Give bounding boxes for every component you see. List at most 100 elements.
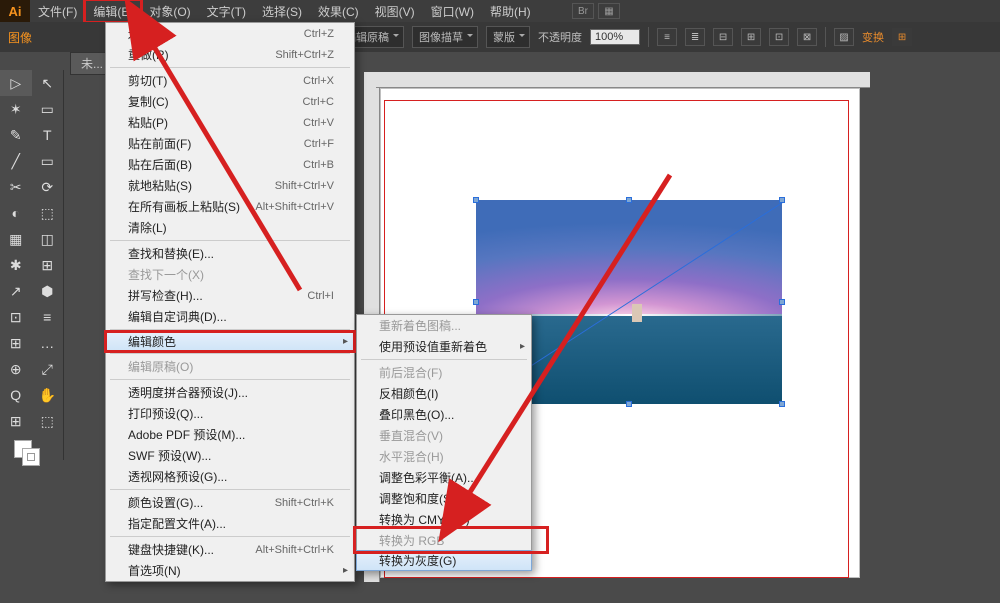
- menu-选择[interactable]: 选择(S): [254, 0, 310, 22]
- selection-handle[interactable]: [626, 197, 632, 203]
- tool-6[interactable]: ╱: [0, 148, 32, 174]
- menu-帮助[interactable]: 帮助(H): [482, 0, 539, 22]
- transform-label[interactable]: 变换: [862, 29, 884, 45]
- selection-handle[interactable]: [779, 401, 785, 407]
- edit-colors-submenu: 重新着色图稿...使用预设值重新着色前后混合(F)反相颜色(I)叠印黑色(O).…: [356, 314, 532, 571]
- menu-item[interactable]: 颜色设置(G)...Shift+Ctrl+K: [106, 492, 354, 513]
- tool-9[interactable]: ⟳: [32, 174, 64, 200]
- menu-item[interactable]: 键盘快捷键(K)...Alt+Shift+Ctrl+K: [106, 539, 354, 560]
- submenu-item[interactable]: 调整饱和度(S)...: [357, 488, 531, 509]
- menu-item-shortcut: Shift+Ctrl+K: [275, 497, 334, 509]
- submenu-item-label: 重新着色图稿...: [379, 317, 461, 334]
- menu-视图[interactable]: 视图(V): [367, 0, 423, 22]
- menu-效果[interactable]: 效果(C): [310, 0, 367, 22]
- align-icon[interactable]: ⊡: [769, 28, 789, 46]
- menu-item[interactable]: 就地粘贴(S)Shift+Ctrl+V: [106, 175, 354, 196]
- menu-item-shortcut: Ctrl+X: [303, 75, 334, 87]
- menu-item[interactable]: 清除(L): [106, 217, 354, 238]
- tool-8[interactable]: ✂: [0, 174, 32, 200]
- tool-3[interactable]: ▭: [32, 96, 64, 122]
- edit-menu-dropdown: 还原(U)Ctrl+Z重做(R)Shift+Ctrl+Z 剪切(T)Ctrl+X复…: [105, 22, 355, 582]
- tool-20[interactable]: ⊞: [0, 330, 32, 356]
- tool-2[interactable]: ✶: [0, 96, 32, 122]
- menu-item[interactable]: 贴在后面(B)Ctrl+B: [106, 154, 354, 175]
- selection-handle[interactable]: [473, 197, 479, 203]
- submenu-item: 重新着色图稿...: [357, 315, 531, 336]
- submenu-item[interactable]: 反相颜色(I): [357, 383, 531, 404]
- align-icon[interactable]: ⊠: [797, 28, 817, 46]
- menu-item[interactable]: 剪切(T)Ctrl+X: [106, 70, 354, 91]
- submenu-item[interactable]: 转换为灰度(G): [356, 550, 532, 571]
- menu-item[interactable]: Adobe PDF 预设(M)...: [106, 424, 354, 445]
- menu-item[interactable]: 查找和替换(E)...: [106, 243, 354, 264]
- menu-编辑[interactable]: 编辑(E): [85, 0, 141, 22]
- align-icon[interactable]: ≣: [685, 28, 705, 46]
- opacity-input[interactable]: 100%: [590, 29, 640, 45]
- submenu-item[interactable]: 使用预设值重新着色: [357, 336, 531, 357]
- tool-25[interactable]: ✋: [32, 382, 64, 408]
- menu-item[interactable]: 复制(C)Ctrl+C: [106, 91, 354, 112]
- image-trace-dropdown[interactable]: 图像描草: [412, 26, 478, 48]
- menu-item[interactable]: 拼写检查(H)...Ctrl+I: [106, 285, 354, 306]
- menu-item[interactable]: 编辑颜色: [105, 331, 355, 352]
- submenu-item[interactable]: 叠印黑色(O)...: [357, 404, 531, 425]
- tool-23[interactable]: ⤢: [32, 356, 64, 382]
- tool-27[interactable]: ⬚: [32, 408, 64, 434]
- menu-窗口[interactable]: 窗口(W): [423, 0, 482, 22]
- tool-24[interactable]: Q: [0, 382, 32, 408]
- extra-icon-1[interactable]: Br: [572, 3, 594, 19]
- tool-10[interactable]: ◐: [0, 200, 32, 226]
- submenu-item: 转换为 RGB: [357, 530, 531, 551]
- menu-item[interactable]: 指定配置文件(A)...: [106, 513, 354, 534]
- tool-5[interactable]: T: [32, 122, 64, 148]
- menu-对象[interactable]: 对象(O): [141, 0, 198, 22]
- more-icon[interactable]: ⊞: [892, 28, 912, 46]
- color-swatch[interactable]: [0, 434, 63, 470]
- align-icon[interactable]: ≡: [657, 28, 677, 46]
- tool-17[interactable]: ⬢: [32, 278, 64, 304]
- selection-handle[interactable]: [779, 197, 785, 203]
- tool-7[interactable]: ▭: [32, 148, 64, 174]
- menu-separator: [110, 353, 350, 354]
- selection-handle[interactable]: [473, 299, 479, 305]
- selection-handle[interactable]: [626, 401, 632, 407]
- tool-4[interactable]: ✎: [0, 122, 32, 148]
- menu-item[interactable]: 贴在前面(F)Ctrl+F: [106, 133, 354, 154]
- menu-item[interactable]: 打印预设(Q)...: [106, 403, 354, 424]
- tool-14[interactable]: ✱: [0, 252, 32, 278]
- menu-item-label: 重做(R): [128, 46, 169, 63]
- extra-icon-2[interactable]: ▦: [598, 3, 620, 19]
- tool-15[interactable]: ⊞: [32, 252, 64, 278]
- submenu-item[interactable]: 转换为 CMYK(C): [357, 509, 531, 530]
- menu-item-shortcut: Ctrl+B: [303, 159, 334, 171]
- menu-item[interactable]: 在所有画板上粘贴(S)Alt+Shift+Ctrl+V: [106, 196, 354, 217]
- menu-item[interactable]: 透明度拼合器预设(J)...: [106, 382, 354, 403]
- mask-button[interactable]: 蒙版: [486, 26, 530, 48]
- tool-12[interactable]: ▦: [0, 226, 32, 252]
- menu-item-label: 键盘快捷键(K)...: [128, 541, 214, 558]
- menu-item[interactable]: SWF 预设(W)...: [106, 445, 354, 466]
- selection-handle[interactable]: [779, 299, 785, 305]
- menu-item[interactable]: 重做(R)Shift+Ctrl+Z: [106, 44, 354, 65]
- align-icon[interactable]: ⊟: [713, 28, 733, 46]
- tool-18[interactable]: ⊡: [0, 304, 32, 330]
- tool-22[interactable]: ⊕: [0, 356, 32, 382]
- tool-0[interactable]: ▷: [0, 70, 32, 96]
- tool-13[interactable]: ◫: [32, 226, 64, 252]
- menu-文字[interactable]: 文字(T): [199, 0, 254, 22]
- menu-item[interactable]: 编辑自定词典(D)...: [106, 306, 354, 327]
- tool-16[interactable]: ↗: [0, 278, 32, 304]
- menu-item[interactable]: 首选项(N): [106, 560, 354, 581]
- tool-11[interactable]: ⬚: [32, 200, 64, 226]
- menu-item[interactable]: 透视网格预设(G)...: [106, 466, 354, 487]
- menu-item[interactable]: 还原(U)Ctrl+Z: [106, 23, 354, 44]
- align-icon[interactable]: ⊞: [741, 28, 761, 46]
- menu-文件[interactable]: 文件(F): [30, 0, 85, 22]
- tool-19[interactable]: ≡: [32, 304, 64, 330]
- tool-26[interactable]: ⊞: [0, 408, 32, 434]
- tool-1[interactable]: ↖: [32, 70, 64, 96]
- submenu-item[interactable]: 调整色彩平衡(A)...: [357, 467, 531, 488]
- menu-item[interactable]: 粘贴(P)Ctrl+V: [106, 112, 354, 133]
- tool-21[interactable]: …: [32, 330, 64, 356]
- transform-icon[interactable]: ▨: [834, 28, 854, 46]
